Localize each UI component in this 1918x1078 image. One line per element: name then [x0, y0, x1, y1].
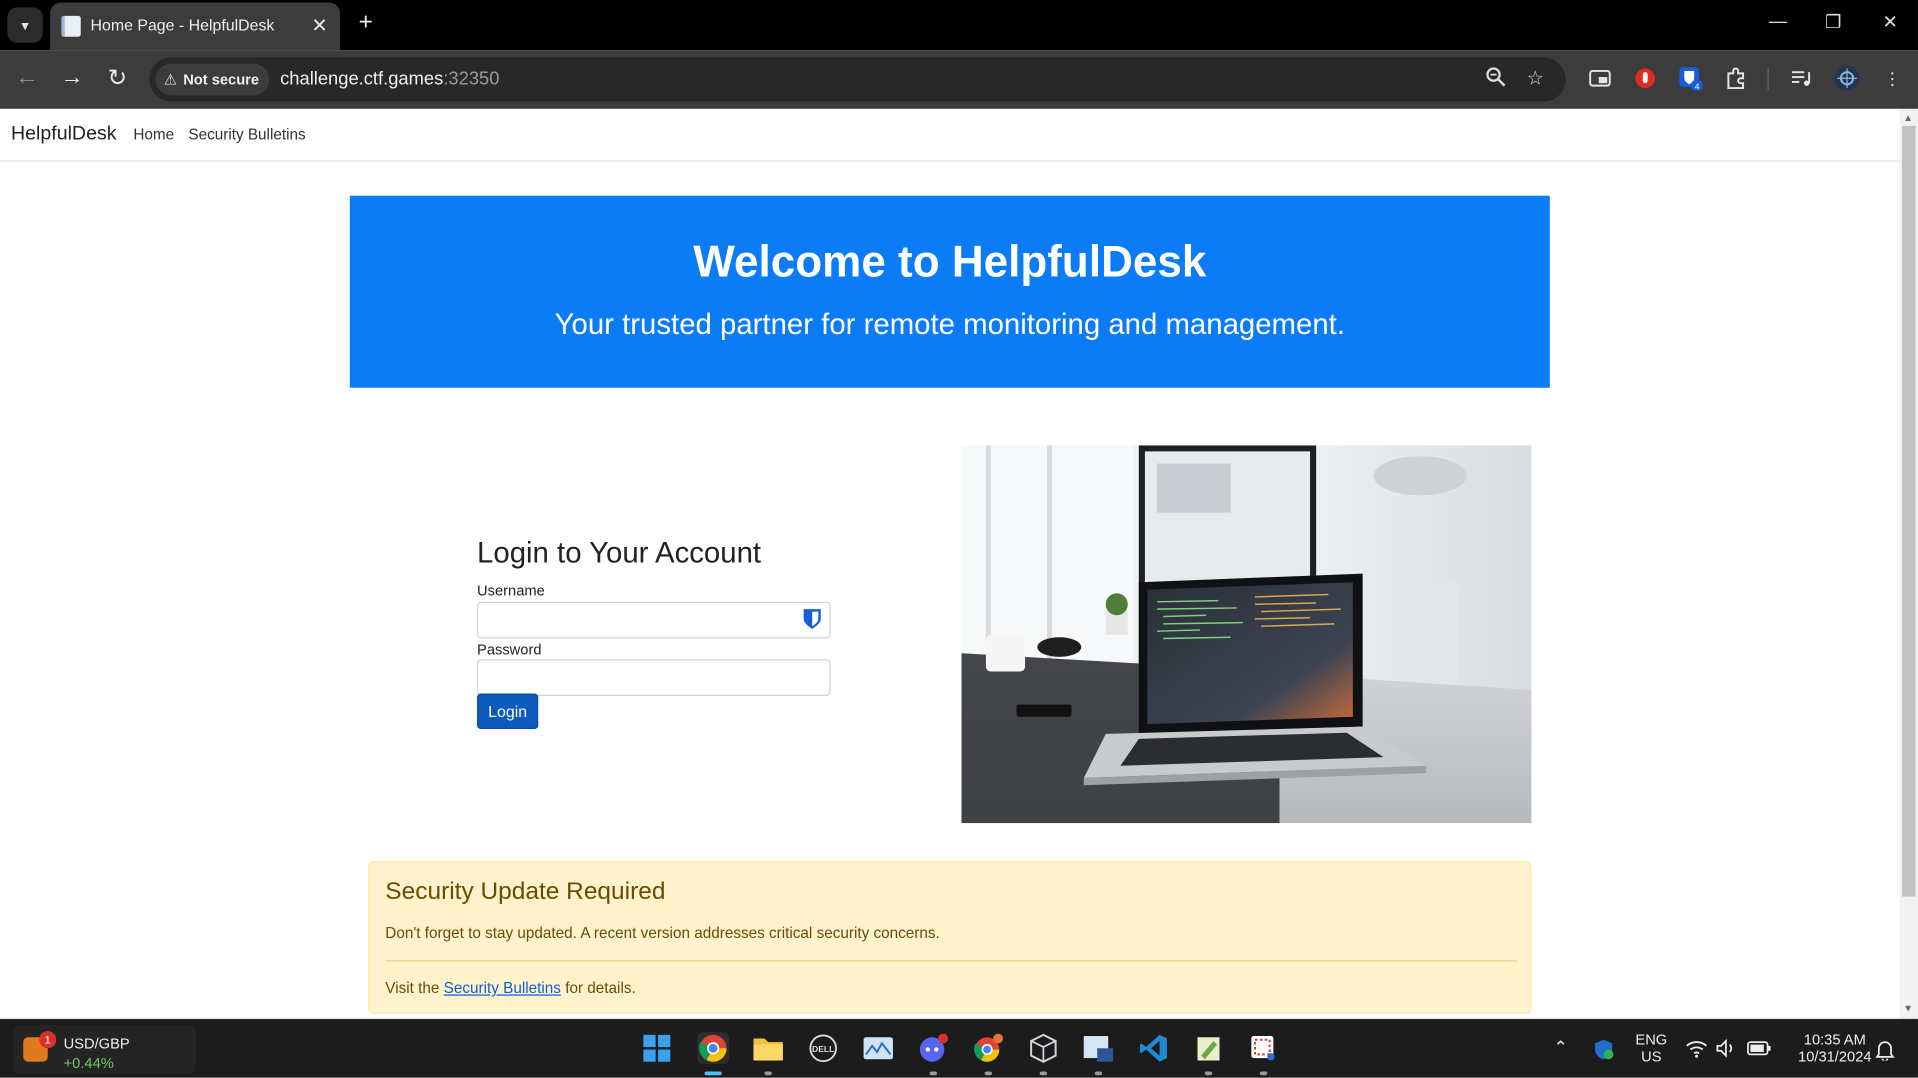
site-navbar: HelpfulDesk Home Security Bulletins	[0, 108, 1900, 162]
nav-link-security-bulletins[interactable]: Security Bulletins	[188, 126, 305, 143]
bookmark-star-icon[interactable]: ☆	[1527, 66, 1545, 90]
file-explorer-icon[interactable]	[752, 1032, 784, 1064]
url-text[interactable]: challenge.ctf.games:32350	[280, 68, 499, 89]
svg-text:DELL: DELL	[812, 1044, 834, 1054]
login-heading: Login to Your Account	[477, 536, 762, 571]
username-label: Username	[477, 582, 545, 600]
dell-icon[interactable]: DELL	[807, 1032, 839, 1064]
username-field[interactable]	[477, 601, 831, 639]
clock-time: 10:35 AM	[1803, 1031, 1866, 1049]
workspace-photo	[961, 445, 1532, 824]
url-host: challenge.ctf.games	[280, 68, 444, 90]
notification-bell-icon[interactable]	[1875, 1038, 1895, 1064]
widget-title: USD/GBP	[63, 1034, 130, 1052]
snipping-indicator	[1259, 1071, 1268, 1076]
chrome-taskbar-icon[interactable]	[697, 1032, 730, 1065]
cast-icon[interactable]	[1586, 65, 1613, 92]
reload-icon[interactable]: ↻	[103, 65, 132, 93]
market-widget[interactable]: 1 USD/GBP +0.44%	[13, 1025, 196, 1074]
alert-message: Don't forget to stay updated. A recent v…	[385, 924, 940, 942]
notepad-indicator	[1204, 1071, 1213, 1076]
alert-visit-text: Visit the Security Bulletins for details…	[385, 980, 635, 997]
page-scrollbar[interactable]: ▲ ▼	[1899, 108, 1918, 1019]
forward-arrow-icon[interactable]: →	[57, 65, 86, 92]
security-bulletins-link[interactable]: Security Bulletins	[444, 980, 561, 997]
snipping-tool-icon[interactable]	[1248, 1032, 1280, 1064]
close-window-icon[interactable]: ✕	[1883, 11, 1898, 33]
battery-icon[interactable]	[1747, 1040, 1771, 1061]
dotnet-indicator	[1094, 1071, 1103, 1076]
chevron-down-icon: ▾	[21, 16, 29, 34]
photos-icon[interactable]	[862, 1032, 894, 1064]
os-taskbar: 1 USD/GBP +0.44% DELL ⌃ ENG US 10:35 AM …	[0, 1018, 1918, 1078]
zoom-icon[interactable]	[1485, 66, 1507, 94]
password-label: Password	[477, 640, 542, 659]
hero-subtitle: Your trusted partner for remote monitori…	[554, 308, 1345, 342]
svg-text:4: 4	[1695, 81, 1700, 90]
chrome-profile-taskbar-icon[interactable]	[972, 1032, 1004, 1064]
security-alert: Security Update Required Don't forget to…	[368, 861, 1532, 1015]
vscode-icon[interactable]	[1138, 1032, 1170, 1064]
widget-badge: 1	[39, 1031, 57, 1049]
language-code: ENG	[1635, 1031, 1668, 1049]
adblock-extension-icon[interactable]	[1632, 65, 1659, 92]
virtualbox-icon[interactable]	[1027, 1032, 1059, 1064]
clock[interactable]: 10:35 AM 10/31/2024	[1780, 1031, 1890, 1065]
warning-triangle-icon: ⚠	[163, 70, 178, 89]
browser-menu-icon[interactable]: ⋮	[1879, 65, 1906, 92]
site-brand[interactable]: HelpfulDesk	[11, 124, 117, 146]
page-favicon-icon	[61, 15, 81, 37]
tab-search-button[interactable]: ▾	[7, 7, 43, 43]
language-indicator[interactable]: ENG US	[1632, 1031, 1671, 1065]
discord-indicator	[929, 1071, 937, 1076]
region-code: US	[1641, 1048, 1662, 1066]
show-hidden-icons-chevron-up-icon[interactable]: ⌃	[1553, 1037, 1567, 1058]
restore-icon[interactable]: ❐	[1825, 11, 1841, 33]
web-page: HelpfulDesk Home Security Bulletins Welc…	[0, 108, 1900, 1019]
start-windows-icon[interactable]	[641, 1032, 673, 1064]
profile-avatar-icon[interactable]	[1834, 65, 1861, 92]
browser-tab[interactable]: Home Page - HelpfulDesk ✕	[50, 2, 341, 51]
chrome-profile-indicator	[984, 1071, 993, 1076]
virtualbox-indicator	[1039, 1071, 1048, 1076]
toolbar-divider	[1767, 68, 1769, 91]
browser-tabstrip: ▾ Home Page - HelpfulDesk ✕ + — ❐ ✕	[0, 0, 1918, 51]
dotnet-tool-icon[interactable]	[1083, 1032, 1115, 1064]
back-arrow-icon[interactable]: ←	[12, 65, 41, 92]
url-port: :32350	[443, 68, 500, 90]
scroll-up-icon[interactable]: ▲	[1903, 113, 1913, 124]
browser-toolbar: ← → ↻ ⚠ Not secure challenge.ctf.games:3…	[0, 50, 1918, 109]
extensions-puzzle-icon[interactable]	[1722, 65, 1749, 92]
alert-visit-suffix: for details.	[560, 979, 636, 997]
wifi-icon[interactable]	[1686, 1038, 1708, 1061]
scroll-thumb[interactable]	[1902, 125, 1916, 897]
new-tab-button[interactable]: +	[354, 9, 378, 37]
tab-title: Home Page - HelpfulDesk	[90, 15, 275, 35]
alert-title: Security Update Required	[385, 878, 666, 906]
password-field[interactable]	[477, 659, 831, 697]
explorer-indicator	[764, 1071, 772, 1076]
media-control-icon[interactable]	[1788, 65, 1815, 92]
login-button[interactable]: Login	[477, 693, 539, 730]
minimize-icon[interactable]: —	[1769, 11, 1787, 32]
alert-divider	[385, 960, 1517, 962]
chrome-active-indicator	[704, 1071, 722, 1076]
site-info-chip[interactable]: ⚠ Not secure	[155, 63, 270, 96]
bitwarden-extension-icon[interactable]: 4	[1677, 65, 1704, 92]
notepad-plus-icon[interactable]	[1193, 1032, 1225, 1064]
not-secure-label: Not secure	[183, 70, 260, 89]
widget-value: +0.44%	[63, 1054, 114, 1072]
scroll-down-icon[interactable]: ▼	[1903, 1003, 1913, 1014]
alert-visit-prefix: Visit the	[385, 979, 444, 997]
bitwarden-autofill-icon[interactable]	[802, 608, 822, 630]
nav-link-home[interactable]: Home	[133, 126, 174, 143]
clock-date: 10/31/2024	[1798, 1048, 1872, 1066]
volume-icon[interactable]	[1715, 1038, 1737, 1061]
hero-banner: Welcome to HelpfulDesk Your trusted part…	[349, 195, 1550, 388]
address-bar[interactable]: ⚠ Not secure challenge.ctf.games:32350 ☆	[149, 57, 1566, 102]
hero-title: Welcome to HelpfulDesk	[693, 236, 1207, 287]
defender-shield-icon[interactable]	[1593, 1038, 1615, 1064]
close-tab-icon[interactable]: ✕	[311, 13, 327, 37]
discord-icon[interactable]	[917, 1032, 949, 1064]
